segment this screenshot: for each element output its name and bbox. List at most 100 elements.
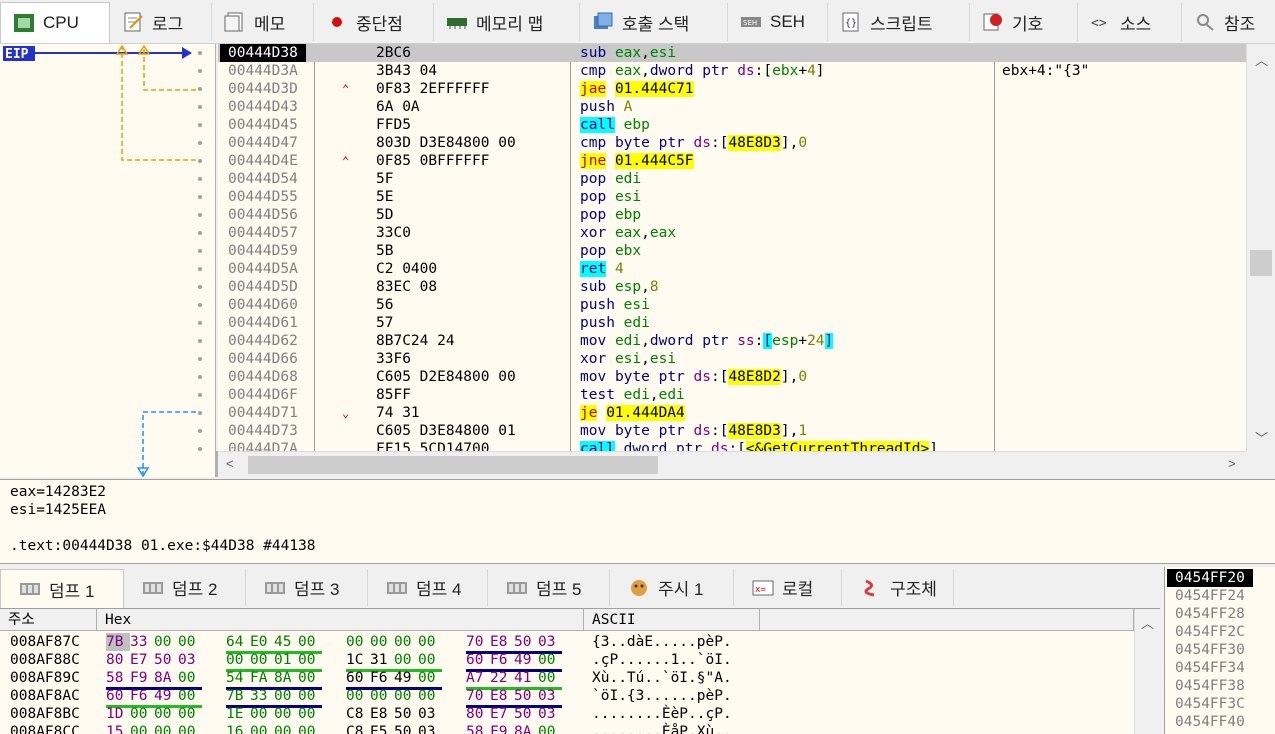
hex-byte[interactable]: 49 <box>154 687 178 705</box>
breakpoint-dot[interactable] <box>198 375 202 379</box>
hex-byte[interactable]: F6 <box>370 669 394 687</box>
disasm-row[interactable]: 00444D43 6A 0A push A <box>218 98 1246 116</box>
hex-byte[interactable]: 00 <box>154 633 178 651</box>
hex-byte[interactable]: 54 <box>226 669 250 687</box>
hex-byte[interactable]: 7B <box>226 687 250 705</box>
breakpoint-dot[interactable] <box>198 231 202 235</box>
hex-byte[interactable]: 41 <box>514 669 538 687</box>
hex-byte[interactable]: F9 <box>130 669 154 687</box>
hex-byte[interactable]: E8 <box>490 687 514 705</box>
hex-byte[interactable]: 00 <box>274 705 298 723</box>
column-header-hex[interactable]: Hex <box>97 609 584 631</box>
hex-byte[interactable]: 00 <box>226 651 250 669</box>
hex-byte[interactable]: 60 <box>466 651 490 669</box>
breakpoint-dot[interactable] <box>198 51 202 55</box>
stack-row[interactable]: 0454FF20 <box>1165 569 1275 587</box>
disasm-row[interactable]: 00444D5A C2 0400 ret 4 <box>218 260 1246 278</box>
dump-tab-7[interactable]: x= 로컬 <box>734 569 842 606</box>
hex-byte[interactable]: 58 <box>466 723 490 734</box>
hex-byte[interactable]: 00 <box>130 705 154 723</box>
breakpoint-dot[interactable] <box>198 267 202 271</box>
scroll-right-icon[interactable]: > <box>1228 456 1236 471</box>
breakpoint-dot[interactable] <box>198 195 202 199</box>
hex-byte[interactable]: 31 <box>370 651 394 669</box>
hex-byte[interactable]: 00 <box>418 687 442 705</box>
hex-byte[interactable]: 8A <box>274 669 298 687</box>
hex-byte[interactable]: E7 <box>490 705 514 723</box>
breakpoint-dot[interactable] <box>198 447 202 451</box>
hex-byte[interactable]: 50 <box>514 633 538 651</box>
scroll-down-icon[interactable]: ﹀ <box>1255 428 1268 447</box>
disasm-row[interactable]: 00444D56 5D pop ebp <box>218 206 1246 224</box>
hex-byte[interactable]: 00 <box>154 723 178 734</box>
tab-script[interactable]: {} 스크립트 <box>828 3 970 41</box>
hex-byte[interactable]: 01 <box>274 651 298 669</box>
tab-notes[interactable]: 메모 <box>212 3 314 41</box>
disasm-row[interactable]: 00444D47 803D D3E84800 00 cmp byte ptr ds:… <box>218 134 1246 152</box>
dump-row[interactable]: 008AF87C 7B 33 00 00 64 E0 45 00 00 00 00 00 70 E8 50 03… <box>0 633 1160 654</box>
disasm-row[interactable]: 00444D57 33C0 xor eax,eax <box>218 224 1246 242</box>
hex-byte[interactable]: 00 <box>298 687 322 705</box>
hex-byte[interactable]: C8 <box>346 723 370 734</box>
breakpoint-dot[interactable] <box>198 429 202 433</box>
stack-row[interactable]: 0454FF38 <box>1165 677 1275 695</box>
dump-tab-8[interactable]: 구조체 <box>842 569 954 606</box>
hex-byte[interactable]: 03 <box>178 651 202 669</box>
dump-row[interactable]: 008AF8BC 1D 00 00 00 1E 00 00 00 C8 E8 50 03 80 E7 50 03… <box>0 705 1160 723</box>
hex-byte[interactable]: 00 <box>346 633 370 651</box>
hex-dump-view[interactable]: 주소 Hex ASCII ︿ 008AF87C 7B 33 00 00 64 E0 45 00 0… <box>0 608 1160 734</box>
hex-byte[interactable]: 00 <box>394 651 418 669</box>
hex-byte[interactable]: 60 <box>106 687 130 705</box>
dump-row[interactable]: 008AF8CC 15 00 00 00 16 00 00 00 C8 E5 50 03 58 F9 8A 00… <box>0 723 1160 734</box>
hex-byte[interactable]: 00 <box>370 687 394 705</box>
hex-byte[interactable]: 00 <box>178 633 202 651</box>
breakpoint-dot[interactable] <box>198 393 202 397</box>
breakpoint-dot[interactable] <box>198 321 202 325</box>
disasm-row[interactable]: 00444D61 57 push edi <box>218 314 1246 332</box>
dump-tab-1[interactable]: 덤프 1 <box>0 569 124 608</box>
disasm-row[interactable]: 00444D4E ⌃ 0F85 0BFFFFFF jne 01.444C5F <box>218 152 1246 170</box>
hex-byte[interactable]: 80 <box>466 705 490 723</box>
hex-byte[interactable]: 1D <box>106 705 130 723</box>
hex-byte[interactable]: F9 <box>490 723 514 734</box>
dump-tab-6[interactable]: 주시 1 <box>610 569 734 606</box>
breakpoint-dot[interactable] <box>198 411 202 415</box>
dump-tab-4[interactable]: 덤프 4 <box>368 569 488 606</box>
hex-byte[interactable]: 03 <box>538 687 562 705</box>
hex-byte[interactable]: 00 <box>154 705 178 723</box>
disasm-row[interactable]: 00444D62 8B7C24 24 mov edi,dword ptr ss:[e… <box>218 332 1246 350</box>
hex-byte[interactable]: 58 <box>106 669 130 687</box>
hex-byte[interactable]: 03 <box>418 705 442 723</box>
hex-byte[interactable]: E8 <box>490 633 514 651</box>
stack-row[interactable]: 0454FF3C <box>1165 695 1275 713</box>
breakpoint-dot[interactable] <box>198 69 202 73</box>
tab-seh[interactable]: SEH SEH <box>728 3 828 41</box>
hex-byte[interactable]: 50 <box>514 687 538 705</box>
disasm-row[interactable]: 00444D55 5E pop esi <box>218 188 1246 206</box>
hex-byte[interactable]: 70 <box>466 633 490 651</box>
hex-byte[interactable]: 00 <box>250 651 274 669</box>
hex-byte[interactable]: E7 <box>130 651 154 669</box>
stack-row[interactable]: 0454FF28 <box>1165 605 1275 623</box>
hex-byte[interactable]: 00 <box>178 669 202 687</box>
scrollbar-thumb[interactable] <box>248 456 658 474</box>
hex-byte[interactable]: 33 <box>130 633 154 651</box>
hex-byte[interactable]: 00 <box>370 633 394 651</box>
hex-byte[interactable]: 8A <box>514 723 538 734</box>
dump-tab-5[interactable]: 덤프 5 <box>488 569 610 606</box>
disasm-row[interactable]: 00444D3D ⌃ 0F83 2EFFFFFF jae 01.444C71 <box>218 80 1246 98</box>
hex-byte[interactable]: 45 <box>274 633 298 651</box>
scroll-up-icon[interactable]: ︿ <box>1141 613 1154 632</box>
hex-byte[interactable]: 7B <box>106 633 130 651</box>
stack-row[interactable]: 0454FF34 <box>1165 659 1275 677</box>
dump-row[interactable]: 008AF8AC 60 F6 49 00 7B 33 00 00 00 00 00 00 70 E8 50 03… <box>0 687 1160 708</box>
hex-byte[interactable]: 00 <box>250 705 274 723</box>
hex-byte[interactable]: 50 <box>154 651 178 669</box>
hex-byte[interactable]: F6 <box>490 651 514 669</box>
breakpoint-dot[interactable] <box>198 249 202 253</box>
hex-byte[interactable]: FA <box>250 669 274 687</box>
scroll-up-icon[interactable]: ︿ <box>1255 50 1268 69</box>
column-header-address[interactable]: 주소 <box>0 609 97 631</box>
breakpoint-dot[interactable] <box>198 123 202 127</box>
hex-byte[interactable]: 33 <box>250 687 274 705</box>
